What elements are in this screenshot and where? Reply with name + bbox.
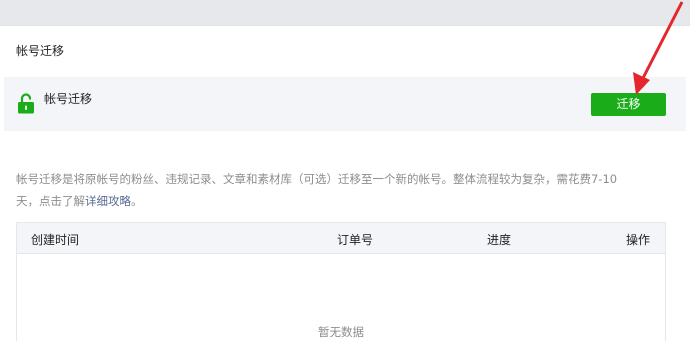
table-header: 创建时间 订单号 进度 操作 (17, 223, 665, 254)
page-title: 帐号迁移 (16, 44, 65, 58)
migrate-button[interactable]: 迁移 (591, 93, 666, 116)
description-line-1: 帐号迁移是将原帐号的粉丝、违规记录、文章和素材库（可选）迁移至一个新的帐号。整体… (16, 172, 618, 186)
column-action: 操作 (626, 233, 651, 247)
column-order-number: 订单号 (337, 233, 374, 247)
description-text: 帐号迁移是将原帐号的粉丝、违规记录、文章和素材库（可选）迁移至一个新的帐号。整体… (16, 168, 676, 212)
description-prefix: 天，点击了解 (16, 194, 85, 208)
migration-table: 创建时间 订单号 进度 操作 暂无数据 (16, 222, 666, 341)
column-created-time: 创建时间 (31, 233, 80, 247)
lock-open-icon (17, 92, 35, 114)
description-line-2: 天，点击了解详细攻略。 (16, 190, 676, 212)
panel-label: 帐号迁移 (44, 92, 93, 106)
migrate-panel: 帐号迁移 迁移 (4, 77, 686, 131)
description-suffix: 。 (131, 194, 143, 208)
detail-guide-link[interactable]: 详细攻略 (85, 194, 131, 208)
empty-state-text: 暂无数据 (318, 325, 364, 339)
column-progress: 进度 (487, 233, 512, 247)
top-bar (0, 0, 690, 26)
